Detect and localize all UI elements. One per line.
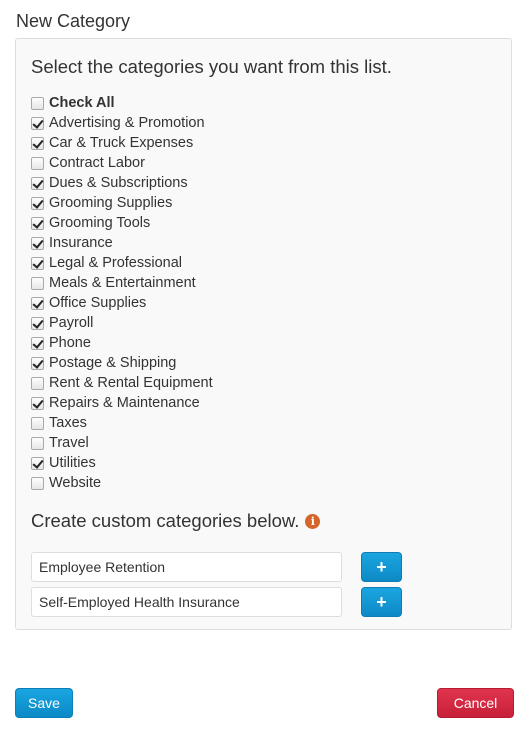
category-checkbox[interactable] bbox=[31, 336, 44, 350]
custom-heading-text: Create custom categories below. bbox=[31, 510, 300, 531]
page-title: New Category bbox=[16, 11, 131, 31]
check-all-item[interactable]: Check All bbox=[31, 93, 213, 113]
category-checkbox[interactable] bbox=[31, 436, 44, 450]
category-label: Office Supplies bbox=[49, 295, 147, 311]
category-checkbox[interactable] bbox=[31, 376, 44, 390]
category-label: Postage & Shipping bbox=[49, 355, 177, 371]
category-item[interactable]: Insurance bbox=[31, 233, 213, 253]
category-item[interactable]: Grooming Tools bbox=[31, 213, 213, 233]
category-label: Grooming Supplies bbox=[49, 195, 173, 211]
category-label: Payroll bbox=[49, 315, 94, 331]
category-item[interactable]: Office Supplies bbox=[31, 293, 213, 313]
category-item[interactable]: Taxes bbox=[31, 413, 213, 433]
category-label: Website bbox=[49, 475, 102, 491]
new-category-page: New Category Select the categories you w… bbox=[0, 0, 532, 746]
panel-heading: Select the categories you want from this… bbox=[31, 56, 392, 77]
category-label: Insurance bbox=[49, 235, 113, 251]
category-label: Travel bbox=[49, 435, 89, 451]
category-item[interactable]: Rent & Rental Equipment bbox=[31, 373, 213, 393]
category-label: Advertising & Promotion bbox=[49, 115, 205, 131]
add-category-button[interactable]: + bbox=[361, 587, 402, 617]
category-item[interactable]: Grooming Supplies bbox=[31, 193, 213, 213]
category-checkbox[interactable] bbox=[31, 236, 44, 250]
category-item[interactable]: Phone bbox=[31, 333, 213, 353]
custom-categories-heading: Create custom categories below. i bbox=[31, 509, 321, 533]
category-item[interactable]: Postage & Shipping bbox=[31, 353, 213, 373]
category-checkbox[interactable] bbox=[31, 416, 44, 430]
category-label: Repairs & Maintenance bbox=[49, 395, 200, 411]
category-checkbox[interactable] bbox=[31, 316, 44, 330]
category-checkbox[interactable] bbox=[31, 256, 44, 270]
custom-category-input[interactable] bbox=[31, 552, 342, 582]
category-label: Dues & Subscriptions bbox=[49, 175, 188, 191]
category-list: Check All Advertising & Promotion Car & T… bbox=[31, 93, 213, 493]
category-item[interactable]: Utilities bbox=[31, 453, 213, 473]
category-label: Car & Truck Expenses bbox=[49, 135, 194, 151]
category-label: Utilities bbox=[49, 455, 96, 471]
info-circle-icon[interactable]: i bbox=[305, 513, 321, 529]
category-item[interactable]: Meals & Entertainment bbox=[31, 273, 213, 293]
cancel-button[interactable]: Cancel bbox=[437, 688, 514, 718]
category-label: Rent & Rental Equipment bbox=[49, 375, 213, 391]
category-checkbox[interactable] bbox=[31, 276, 44, 290]
category-item[interactable]: Payroll bbox=[31, 313, 213, 333]
category-label: Grooming Tools bbox=[49, 215, 151, 231]
category-label: Taxes bbox=[49, 415, 87, 431]
check-all-checkbox[interactable] bbox=[31, 96, 44, 110]
category-checkbox[interactable] bbox=[31, 396, 44, 410]
custom-category-row: + bbox=[31, 587, 402, 617]
category-label: Legal & Professional bbox=[49, 255, 182, 271]
save-button[interactable]: Save bbox=[15, 688, 73, 718]
category-checkbox[interactable] bbox=[31, 476, 44, 490]
category-checkbox[interactable] bbox=[31, 136, 44, 150]
category-checkbox[interactable] bbox=[31, 216, 44, 230]
category-item[interactable]: Website bbox=[31, 473, 213, 493]
add-category-button[interactable]: + bbox=[361, 552, 402, 582]
category-label: Contract Labor bbox=[49, 155, 145, 171]
category-item[interactable]: Legal & Professional bbox=[31, 253, 213, 273]
category-checkbox[interactable] bbox=[31, 116, 44, 130]
check-all-label: Check All bbox=[49, 95, 115, 111]
category-checkbox[interactable] bbox=[31, 176, 44, 190]
custom-category-input[interactable] bbox=[31, 587, 342, 617]
category-checkbox[interactable] bbox=[31, 196, 44, 210]
category-label: Phone bbox=[49, 335, 91, 351]
category-item[interactable]: Car & Truck Expenses bbox=[31, 133, 213, 153]
category-label: Meals & Entertainment bbox=[49, 275, 196, 291]
category-item[interactable]: Dues & Subscriptions bbox=[31, 173, 213, 193]
category-panel: Select the categories you want from this… bbox=[15, 38, 512, 630]
category-item[interactable]: Travel bbox=[31, 433, 213, 453]
category-checkbox[interactable] bbox=[31, 156, 44, 170]
category-item[interactable]: Contract Labor bbox=[31, 153, 213, 173]
category-item[interactable]: Advertising & Promotion bbox=[31, 113, 213, 133]
custom-category-row: + bbox=[31, 552, 402, 582]
category-checkbox[interactable] bbox=[31, 456, 44, 470]
category-checkbox[interactable] bbox=[31, 356, 44, 370]
category-checkbox[interactable] bbox=[31, 296, 44, 310]
category-item[interactable]: Repairs & Maintenance bbox=[31, 393, 213, 413]
